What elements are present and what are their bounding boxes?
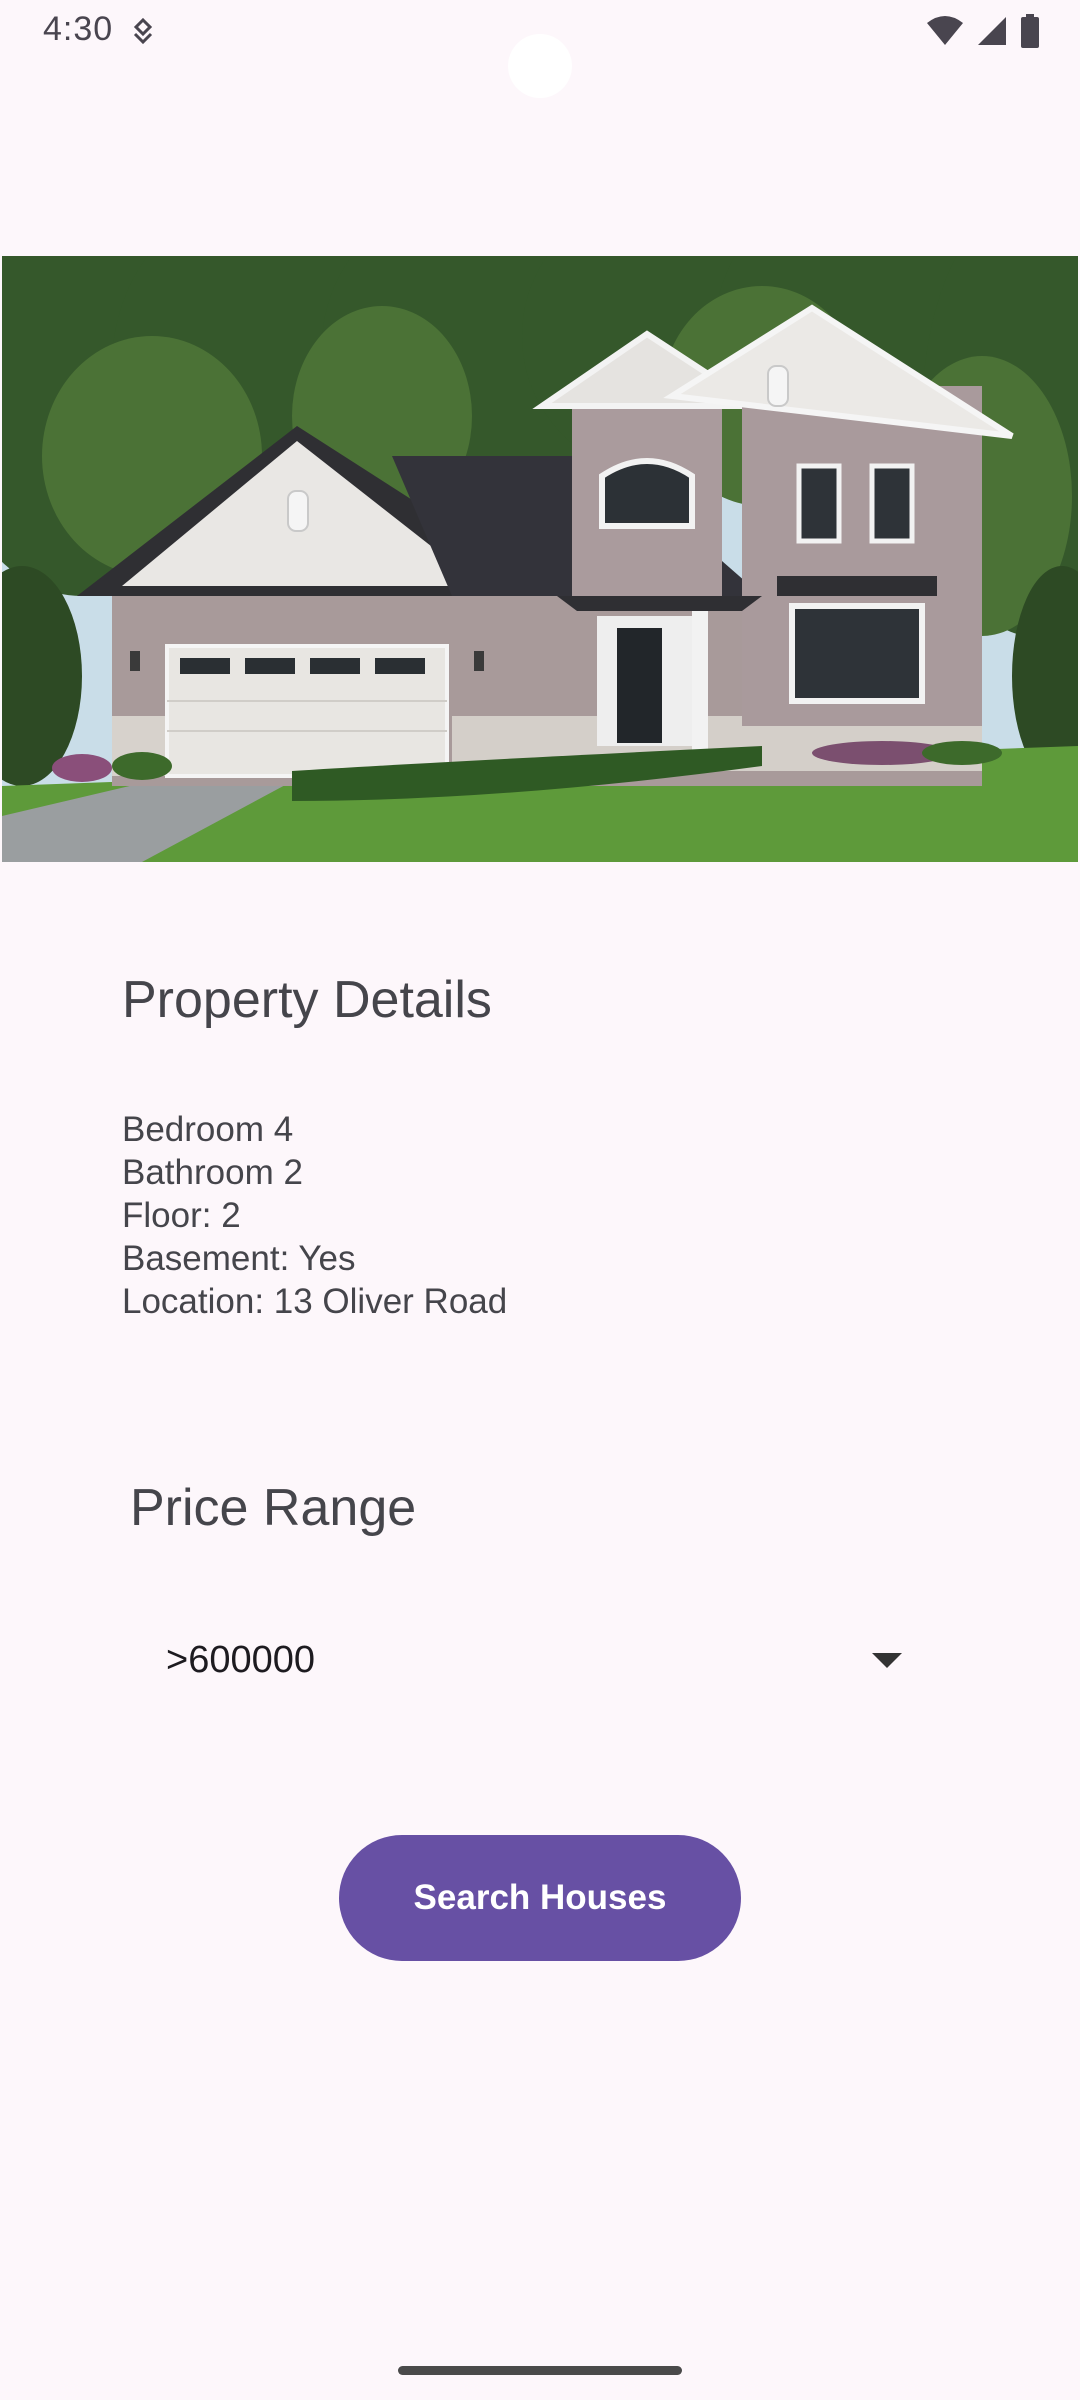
location-text: Location: 13 Oliver Road	[122, 1282, 508, 1321]
property-details-list: Bedroom 4 Bathroom 2 Floor: 2 Basement: …	[122, 1108, 507, 1323]
battery-icon	[1021, 14, 1039, 48]
dropdown-arrow-icon	[872, 1652, 902, 1668]
bathroom-text: Bathroom 2	[122, 1153, 303, 1192]
camera-cutout	[508, 34, 572, 98]
bedroom-text: Bedroom 4	[122, 1110, 294, 1149]
house-image	[2, 256, 1078, 862]
floor-text: Floor: 2	[122, 1196, 241, 1235]
price-range-dropdown[interactable]: >600000	[140, 1620, 920, 1700]
price-range-title: Price Range	[130, 1479, 417, 1537]
status-time: 4:30	[43, 10, 114, 48]
home-indicator[interactable]	[398, 2366, 682, 2375]
signal-icon	[978, 17, 1006, 45]
basement-text: Basement: Yes	[122, 1239, 356, 1278]
wifi-icon	[927, 16, 963, 45]
status-bar: 4:30	[0, 0, 1080, 98]
notification-icon	[133, 18, 153, 45]
price-range-selected-value: >600000	[166, 1638, 315, 1681]
property-details-title: Property Details	[122, 971, 492, 1029]
search-houses-button[interactable]: Search Houses	[339, 1835, 741, 1961]
